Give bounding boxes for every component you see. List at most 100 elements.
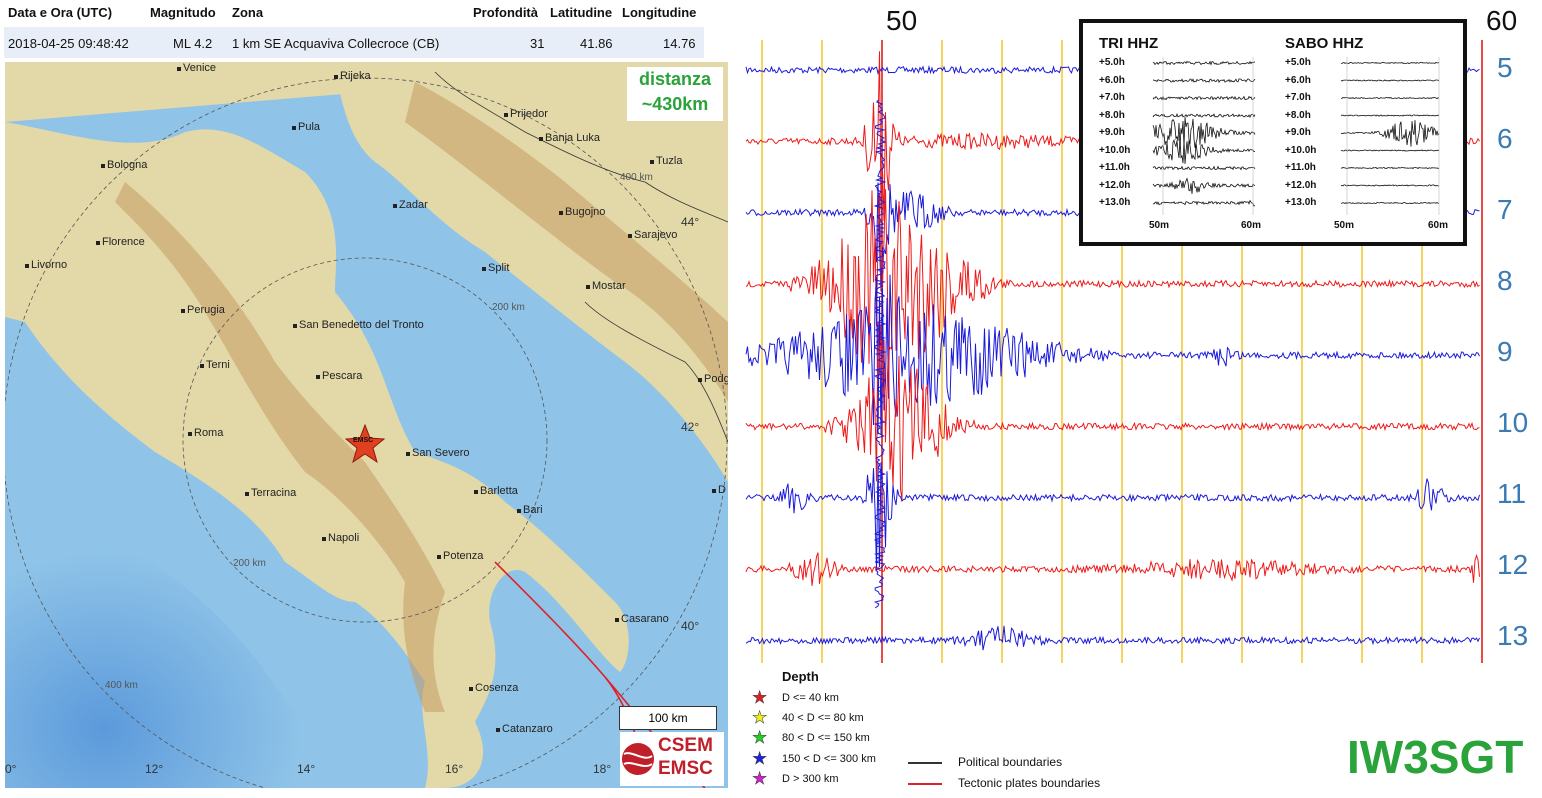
- star-icon: ★: [752, 708, 768, 727]
- distance-line-2: ~430km: [641, 94, 709, 114]
- tectonic-boundary-swatch: [908, 783, 942, 785]
- longitude-label: 0°: [5, 762, 17, 776]
- header-longitude: Longitudine: [622, 5, 697, 20]
- city-label: Napoli: [321, 532, 360, 544]
- star-icon: ★: [752, 769, 768, 788]
- csem-emsc-logo: CSEM EMSC: [620, 732, 724, 786]
- star-icon: ★: [752, 728, 768, 747]
- legend-title: Depth: [782, 669, 819, 684]
- cell-longitude: 14.76: [663, 36, 696, 51]
- city-label: Livorno: [24, 259, 68, 271]
- inset-trace: [1340, 184, 1440, 187]
- inset-trace: [1340, 79, 1440, 82]
- city-label: Venice: [176, 62, 217, 74]
- inset-trace: [1152, 199, 1256, 207]
- inset-row-label: +6.0h: [1285, 74, 1311, 86]
- cell-magnitude: ML 4.2: [173, 36, 213, 51]
- inset-row-label: +10.0h: [1285, 144, 1317, 156]
- city-label: Terni: [200, 359, 230, 371]
- epicenter-star-icon[interactable]: EMSC: [345, 424, 385, 464]
- inset-row-label: +12.0h: [1285, 179, 1317, 191]
- logo-text-csem: CSEM: [658, 735, 713, 756]
- city-label: Cosenza: [468, 682, 519, 694]
- inset-row-label: +10.0h: [1099, 144, 1131, 156]
- inset-row-label: +9.0h: [1099, 127, 1125, 138]
- city-label: Casarano: [615, 613, 669, 625]
- legend-line-label: Tectonic plates boundaries: [958, 776, 1101, 790]
- inset-trace: [1340, 96, 1440, 100]
- inset-x-label: 50m: [1334, 220, 1355, 231]
- hour-row-label: 13: [1497, 620, 1529, 651]
- city-label: Zadar: [393, 199, 428, 211]
- inset-row-label: +7.0h: [1099, 92, 1125, 103]
- city-label: Pescara: [315, 370, 363, 382]
- inset-traces: [1152, 57, 1440, 215]
- inset-trace: [1340, 201, 1440, 205]
- cell-datetime: 2018-04-25 09:48:42: [8, 36, 129, 51]
- inset-row-label: +7.0h: [1285, 92, 1311, 103]
- star-icon: [345, 424, 385, 464]
- longitude-label: 14°: [297, 762, 316, 776]
- inset-trace: [1152, 112, 1256, 119]
- city-label: Potenza: [436, 550, 484, 562]
- inset-row-label: +11.0h: [1099, 162, 1130, 173]
- header-zone: Zona: [232, 5, 264, 20]
- longitude-label: 12°: [145, 762, 164, 776]
- longitude-label: 16°: [445, 762, 464, 776]
- seismic-trace: [745, 625, 1480, 651]
- latitude-label: 42°: [681, 420, 700, 434]
- ring-label-200km: 200 km: [492, 302, 525, 313]
- city-label: Tuzla: [650, 155, 683, 167]
- star-icon: ★: [752, 688, 768, 707]
- city-label: Bugojno: [558, 206, 606, 218]
- header-magnitude: Magnitudo: [150, 5, 216, 20]
- epicenter-map[interactable]: Venice Rijeka Prijedor Pula Banja Luka B…: [5, 62, 728, 788]
- inset-trace: [1152, 138, 1256, 165]
- inset-trace: [1152, 78, 1256, 83]
- ring-label-400km: 400 km: [105, 680, 138, 691]
- inset-row-label: +12.0h: [1099, 179, 1131, 191]
- distance-line-1: distanza: [638, 69, 712, 89]
- inset-row-label: +11.0h: [1285, 162, 1316, 173]
- city-label: Prijedor: [504, 108, 548, 120]
- longitude-label: 18°: [593, 762, 612, 776]
- inset-row-label: +8.0h: [1285, 109, 1311, 121]
- city-label: Bari: [517, 504, 543, 516]
- legend-item: 150 < D <= 300 km: [782, 753, 876, 765]
- inset-trace: [1152, 117, 1256, 150]
- inset-trace: [1152, 95, 1256, 101]
- inset-trace: [1152, 165, 1256, 171]
- latitude-label: 40°: [681, 619, 700, 633]
- hour-row-label: 11: [1497, 478, 1527, 509]
- legend-item: D > 300 km: [782, 773, 839, 785]
- distance-annotation: distanza ~430km: [627, 67, 723, 121]
- reference-stations-inset: TRI HHZ SABO HHZ +5.0h +5.0h +6.0h +6.0h +7.…: [1079, 19, 1467, 246]
- ring-label-200km: 200 km: [233, 558, 266, 569]
- inset-x-label: 60m: [1241, 220, 1262, 231]
- hour-row-label: 6: [1497, 123, 1513, 154]
- city-label: Mostar: [586, 280, 626, 292]
- city-label: Florence: [96, 236, 145, 248]
- political-boundary-swatch: [908, 762, 942, 764]
- ring-label-400km: 400 km: [620, 172, 653, 183]
- map-scale-bar: 100 km: [619, 706, 717, 730]
- epicenter-label: EMSC: [353, 437, 374, 444]
- city-label: Terracina: [244, 487, 297, 499]
- hour-row-label: 7: [1497, 194, 1513, 225]
- city-label: Pula: [291, 121, 321, 133]
- hour-row-label: 9: [1497, 336, 1513, 367]
- city-label: Banja Luka: [538, 132, 601, 144]
- city-label: D: [712, 484, 726, 496]
- cell-zone: 1 km SE Acquaviva Collecroce (CB): [232, 36, 440, 51]
- city-label: San Severo: [405, 447, 470, 459]
- minute-label-60: 60: [1486, 5, 1518, 36]
- legend-line-label: Political boundaries: [958, 755, 1063, 769]
- inset-trace: [1340, 61, 1440, 65]
- city-label: Podg: [698, 373, 728, 385]
- hour-row-label: 10: [1497, 407, 1529, 438]
- legend-item: 40 < D <= 80 km: [782, 712, 864, 724]
- city-label: Bologna: [100, 159, 148, 171]
- seismic-trace: [745, 552, 1480, 586]
- inset-row-label: +6.0h: [1099, 74, 1125, 86]
- inset-trace: [1340, 120, 1440, 147]
